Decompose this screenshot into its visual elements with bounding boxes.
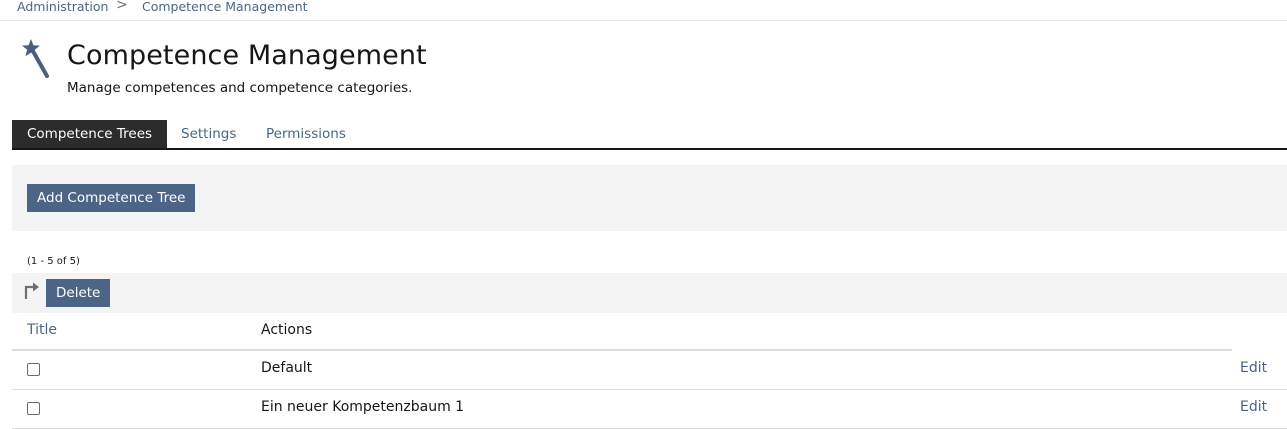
table-row: Ein neuer Kompetenzbaum 1 Edit [12, 389, 1287, 429]
tab-bar: Competence Trees Settings Permissions [12, 120, 1287, 150]
row-checkbox[interactable] [27, 363, 40, 376]
page-title: Competence Management [67, 40, 427, 71]
row-title: Default [261, 360, 313, 376]
edit-link[interactable]: Edit [1240, 360, 1267, 376]
breadcrumb-separator: > [116, 0, 128, 13]
table-row: Default Edit [12, 350, 1287, 390]
breadcrumb-item-administration[interactable]: Administration [17, 0, 108, 14]
tab-settings[interactable]: Settings [181, 120, 236, 148]
delete-button[interactable]: Delete [46, 279, 111, 307]
magic-wand-icon [22, 39, 49, 78]
add-competence-tree-button[interactable]: Add Competence Tree [27, 184, 196, 212]
breadcrumb: Administration > Competence Management [0, 0, 1287, 21]
breadcrumb-item-competence-management[interactable]: Competence Management [142, 0, 308, 14]
row-title: Ein neuer Kompetenzbaum 1 [261, 399, 465, 415]
row-count: (1 - 5 of 5) [27, 256, 80, 267]
select-arrow-icon [24, 282, 39, 299]
multi-command-bar: Delete [12, 273, 1287, 313]
toolbar: Add Competence Tree [12, 165, 1287, 231]
row-checkbox[interactable] [27, 402, 40, 415]
tab-competence-trees[interactable]: Competence Trees [12, 120, 168, 148]
column-header-title[interactable]: Title [27, 322, 57, 338]
tab-permissions[interactable]: Permissions [266, 120, 346, 148]
page-description: Manage competences and competence catego… [67, 80, 413, 96]
column-header-actions: Actions [261, 322, 313, 338]
edit-link[interactable]: Edit [1240, 399, 1267, 415]
